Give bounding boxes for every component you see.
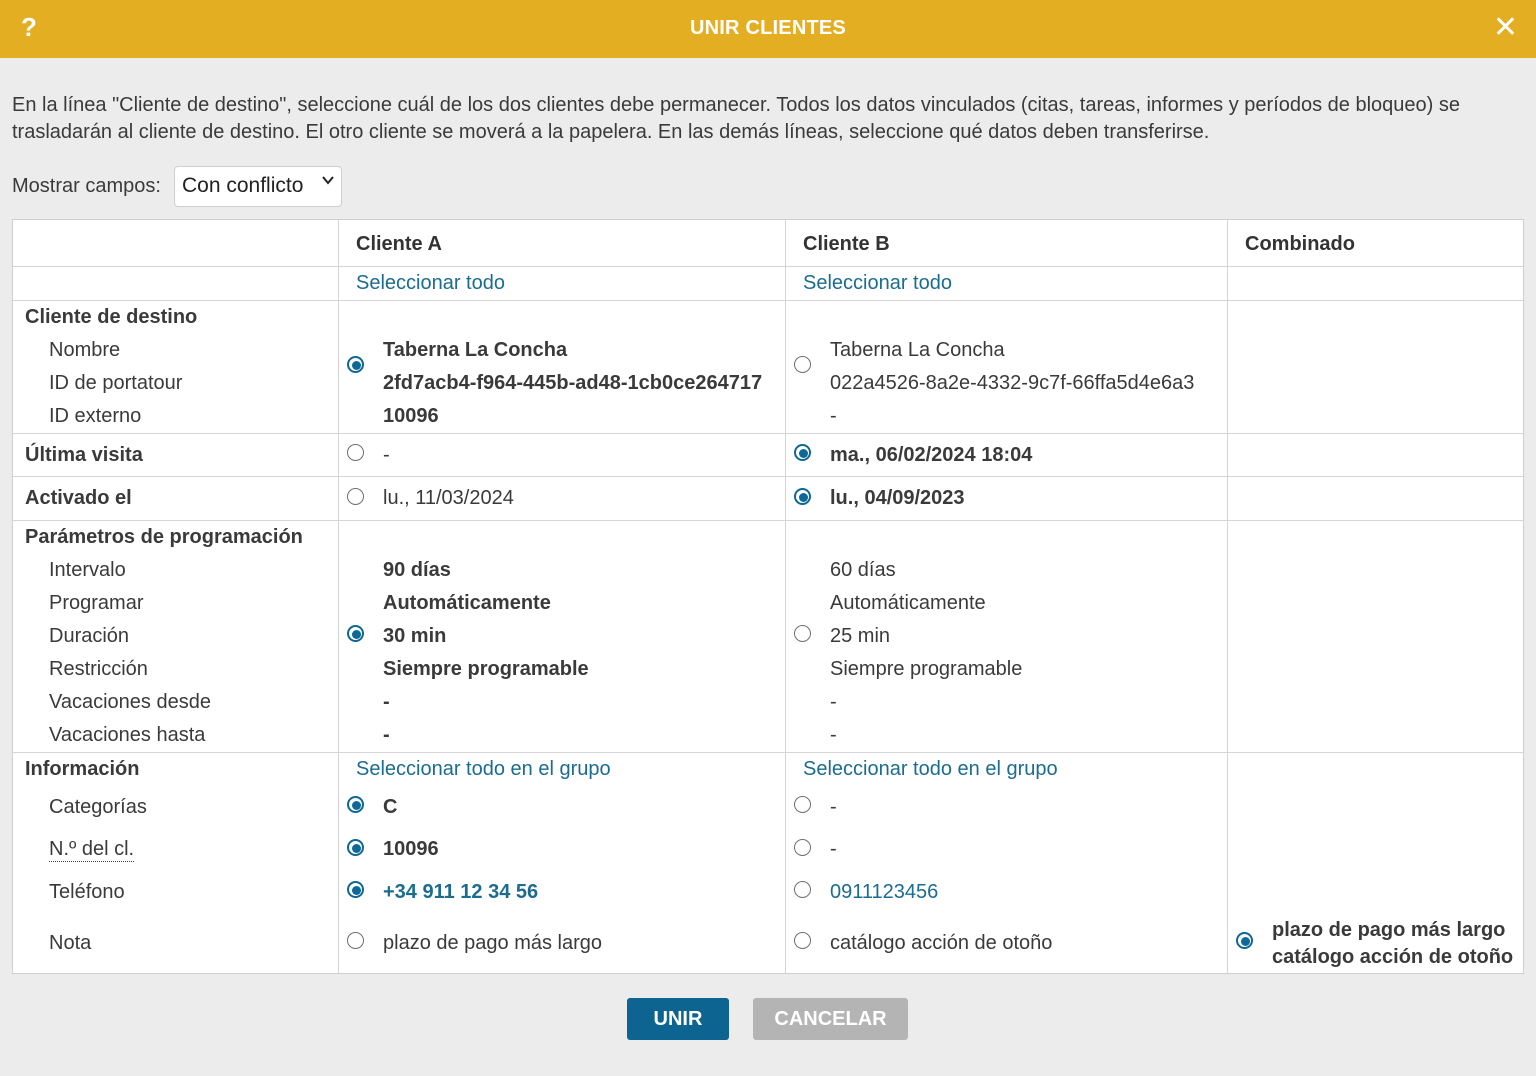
scheduling-b-schedule: Automáticamente bbox=[830, 592, 986, 614]
scheduling-a-duration: 30 min bbox=[383, 625, 447, 647]
field-label-schedule: Programar bbox=[49, 592, 144, 614]
row-divider bbox=[13, 300, 1523, 301]
scheduling-a-vacation-to: - bbox=[383, 724, 390, 746]
field-label-vacation-from: Vacaciones desde bbox=[49, 691, 211, 713]
categories-b-value: - bbox=[830, 796, 837, 818]
dialog-header: ? UNIR CLIENTES ✕ bbox=[0, 0, 1536, 58]
activated-b-value: lu., 04/09/2023 bbox=[830, 487, 965, 509]
select-all-a-link[interactable]: Seleccionar todo bbox=[356, 272, 505, 295]
customer-number-radio-b[interactable] bbox=[794, 839, 811, 856]
target-a-external-id: 10096 bbox=[383, 405, 439, 427]
last-visit-a-value: - bbox=[383, 444, 390, 466]
info-label: Información bbox=[25, 758, 140, 780]
field-label-phone: Teléfono bbox=[49, 881, 125, 903]
scheduling-b-interval: 60 días bbox=[830, 559, 896, 581]
note-radio-combined[interactable] bbox=[1236, 932, 1253, 949]
select-group-a-link[interactable]: Seleccionar todo en el grupo bbox=[356, 758, 611, 781]
target-radio-b[interactable] bbox=[794, 356, 811, 373]
merge-button[interactable]: UNIR bbox=[627, 998, 729, 1040]
filter-label: Mostrar campos: bbox=[12, 175, 161, 197]
row-divider bbox=[13, 433, 1523, 434]
phone-b-link[interactable]: 0911123456 bbox=[830, 881, 938, 904]
last-visit-radio-a[interactable] bbox=[347, 444, 364, 461]
column-header-client-b: Cliente B bbox=[803, 233, 890, 255]
column-header-client-a: Cliente A bbox=[356, 233, 442, 255]
col-divider bbox=[785, 220, 786, 973]
field-label-vacation-to: Vacaciones hasta bbox=[49, 724, 206, 746]
target-a-portatour-id: 2fd7acb4-f964-445b-ad48-1cb0ce264717 bbox=[383, 372, 763, 394]
scheduling-radio-a[interactable] bbox=[347, 625, 364, 642]
scheduling-a-interval: 90 días bbox=[383, 559, 451, 581]
customer-number-b-value: - bbox=[830, 838, 837, 860]
target-radio-a[interactable] bbox=[347, 356, 364, 373]
select-all-b-link[interactable]: Seleccionar todo bbox=[803, 272, 952, 295]
target-client-label: Cliente de destino bbox=[25, 306, 198, 328]
field-label-external-id: ID externo bbox=[49, 405, 142, 427]
field-label-name: Nombre bbox=[49, 339, 121, 361]
merge-table: Cliente A Cliente B Combinado Selecciona… bbox=[12, 219, 1524, 974]
note-combined-line-1: plazo de pago más largo bbox=[1272, 919, 1506, 941]
scheduling-b-vacation-to: - bbox=[830, 724, 837, 746]
field-label-duration: Duración bbox=[49, 625, 130, 647]
phone-radio-a[interactable] bbox=[347, 881, 364, 898]
field-label-interval: Intervalo bbox=[49, 559, 126, 581]
phone-a-link[interactable]: +34 911 12 34 56 bbox=[383, 881, 538, 904]
activated-a-value: lu., 11/03/2024 bbox=[383, 487, 514, 509]
categories-radio-b[interactable] bbox=[794, 796, 811, 813]
last-visit-label: Última visita bbox=[25, 444, 143, 466]
column-header-combined: Combinado bbox=[1245, 233, 1355, 255]
customer-number-a-value: 10096 bbox=[383, 838, 439, 860]
fields-filter-value: Con conflicto bbox=[182, 174, 304, 197]
select-group-b-link[interactable]: Seleccionar todo en el grupo bbox=[803, 758, 1058, 781]
note-b-value: catálogo acción de otoño bbox=[830, 932, 1053, 954]
row-divider bbox=[13, 266, 1523, 267]
categories-radio-a[interactable] bbox=[347, 796, 364, 813]
field-label-note: Nota bbox=[49, 932, 92, 954]
note-radio-a[interactable] bbox=[347, 932, 364, 949]
phone-radio-b[interactable] bbox=[794, 881, 811, 898]
scheduling-b-vacation-from: - bbox=[830, 691, 837, 713]
row-divider bbox=[13, 752, 1523, 753]
fields-filter-select[interactable]: Con conflicto bbox=[174, 166, 342, 207]
scheduling-a-restriction: Siempre programable bbox=[383, 658, 589, 680]
customer-number-radio-a[interactable] bbox=[347, 839, 364, 856]
field-label-categories: Categorías bbox=[49, 796, 147, 818]
scheduling-a-schedule: Automáticamente bbox=[383, 592, 551, 614]
close-icon[interactable]: ✕ bbox=[1493, 10, 1518, 45]
intro-text: En la línea "Cliente de destino", selecc… bbox=[12, 94, 1461, 143]
col-divider bbox=[338, 220, 339, 973]
scheduling-label: Parámetros de programación bbox=[25, 526, 303, 548]
activated-radio-b[interactable] bbox=[794, 488, 811, 505]
field-label-portatour-id: ID de portatour bbox=[49, 372, 183, 394]
last-visit-radio-b[interactable] bbox=[794, 444, 811, 461]
cancel-button[interactable]: CANCELAR bbox=[753, 998, 908, 1040]
field-label-customer-number: N.º del cl. bbox=[49, 838, 135, 862]
scheduling-b-duration: 25 min bbox=[830, 625, 891, 647]
row-divider bbox=[13, 520, 1523, 521]
scheduling-b-restriction: Siempre programable bbox=[830, 658, 1023, 680]
target-b-external-id: - bbox=[830, 405, 837, 427]
activated-radio-a[interactable] bbox=[347, 488, 364, 505]
target-b-portatour-id: 022a4526-8a2e-4332-9c7f-66ffa5d4e6a3 bbox=[830, 372, 1195, 394]
activated-label: Activado el bbox=[25, 487, 132, 509]
scheduling-a-vacation-from: - bbox=[383, 691, 390, 713]
target-a-name: Taberna La Concha bbox=[383, 339, 568, 361]
field-label-restriction: Restricción bbox=[49, 658, 148, 680]
note-a-value: plazo de pago más largo bbox=[383, 932, 603, 954]
last-visit-b-value: ma., 06/02/2024 18:04 bbox=[830, 444, 1033, 466]
col-divider bbox=[1227, 220, 1228, 973]
categories-a-value: C bbox=[383, 796, 398, 818]
note-combined-line-2: catálogo acción de otoño bbox=[1272, 946, 1514, 968]
dialog-title: UNIR CLIENTES bbox=[690, 17, 846, 39]
target-b-name: Taberna La Concha bbox=[830, 339, 1005, 361]
chevron-down-icon bbox=[321, 173, 335, 192]
scheduling-radio-b[interactable] bbox=[794, 625, 811, 642]
row-divider bbox=[13, 476, 1523, 477]
note-radio-b[interactable] bbox=[794, 932, 811, 949]
